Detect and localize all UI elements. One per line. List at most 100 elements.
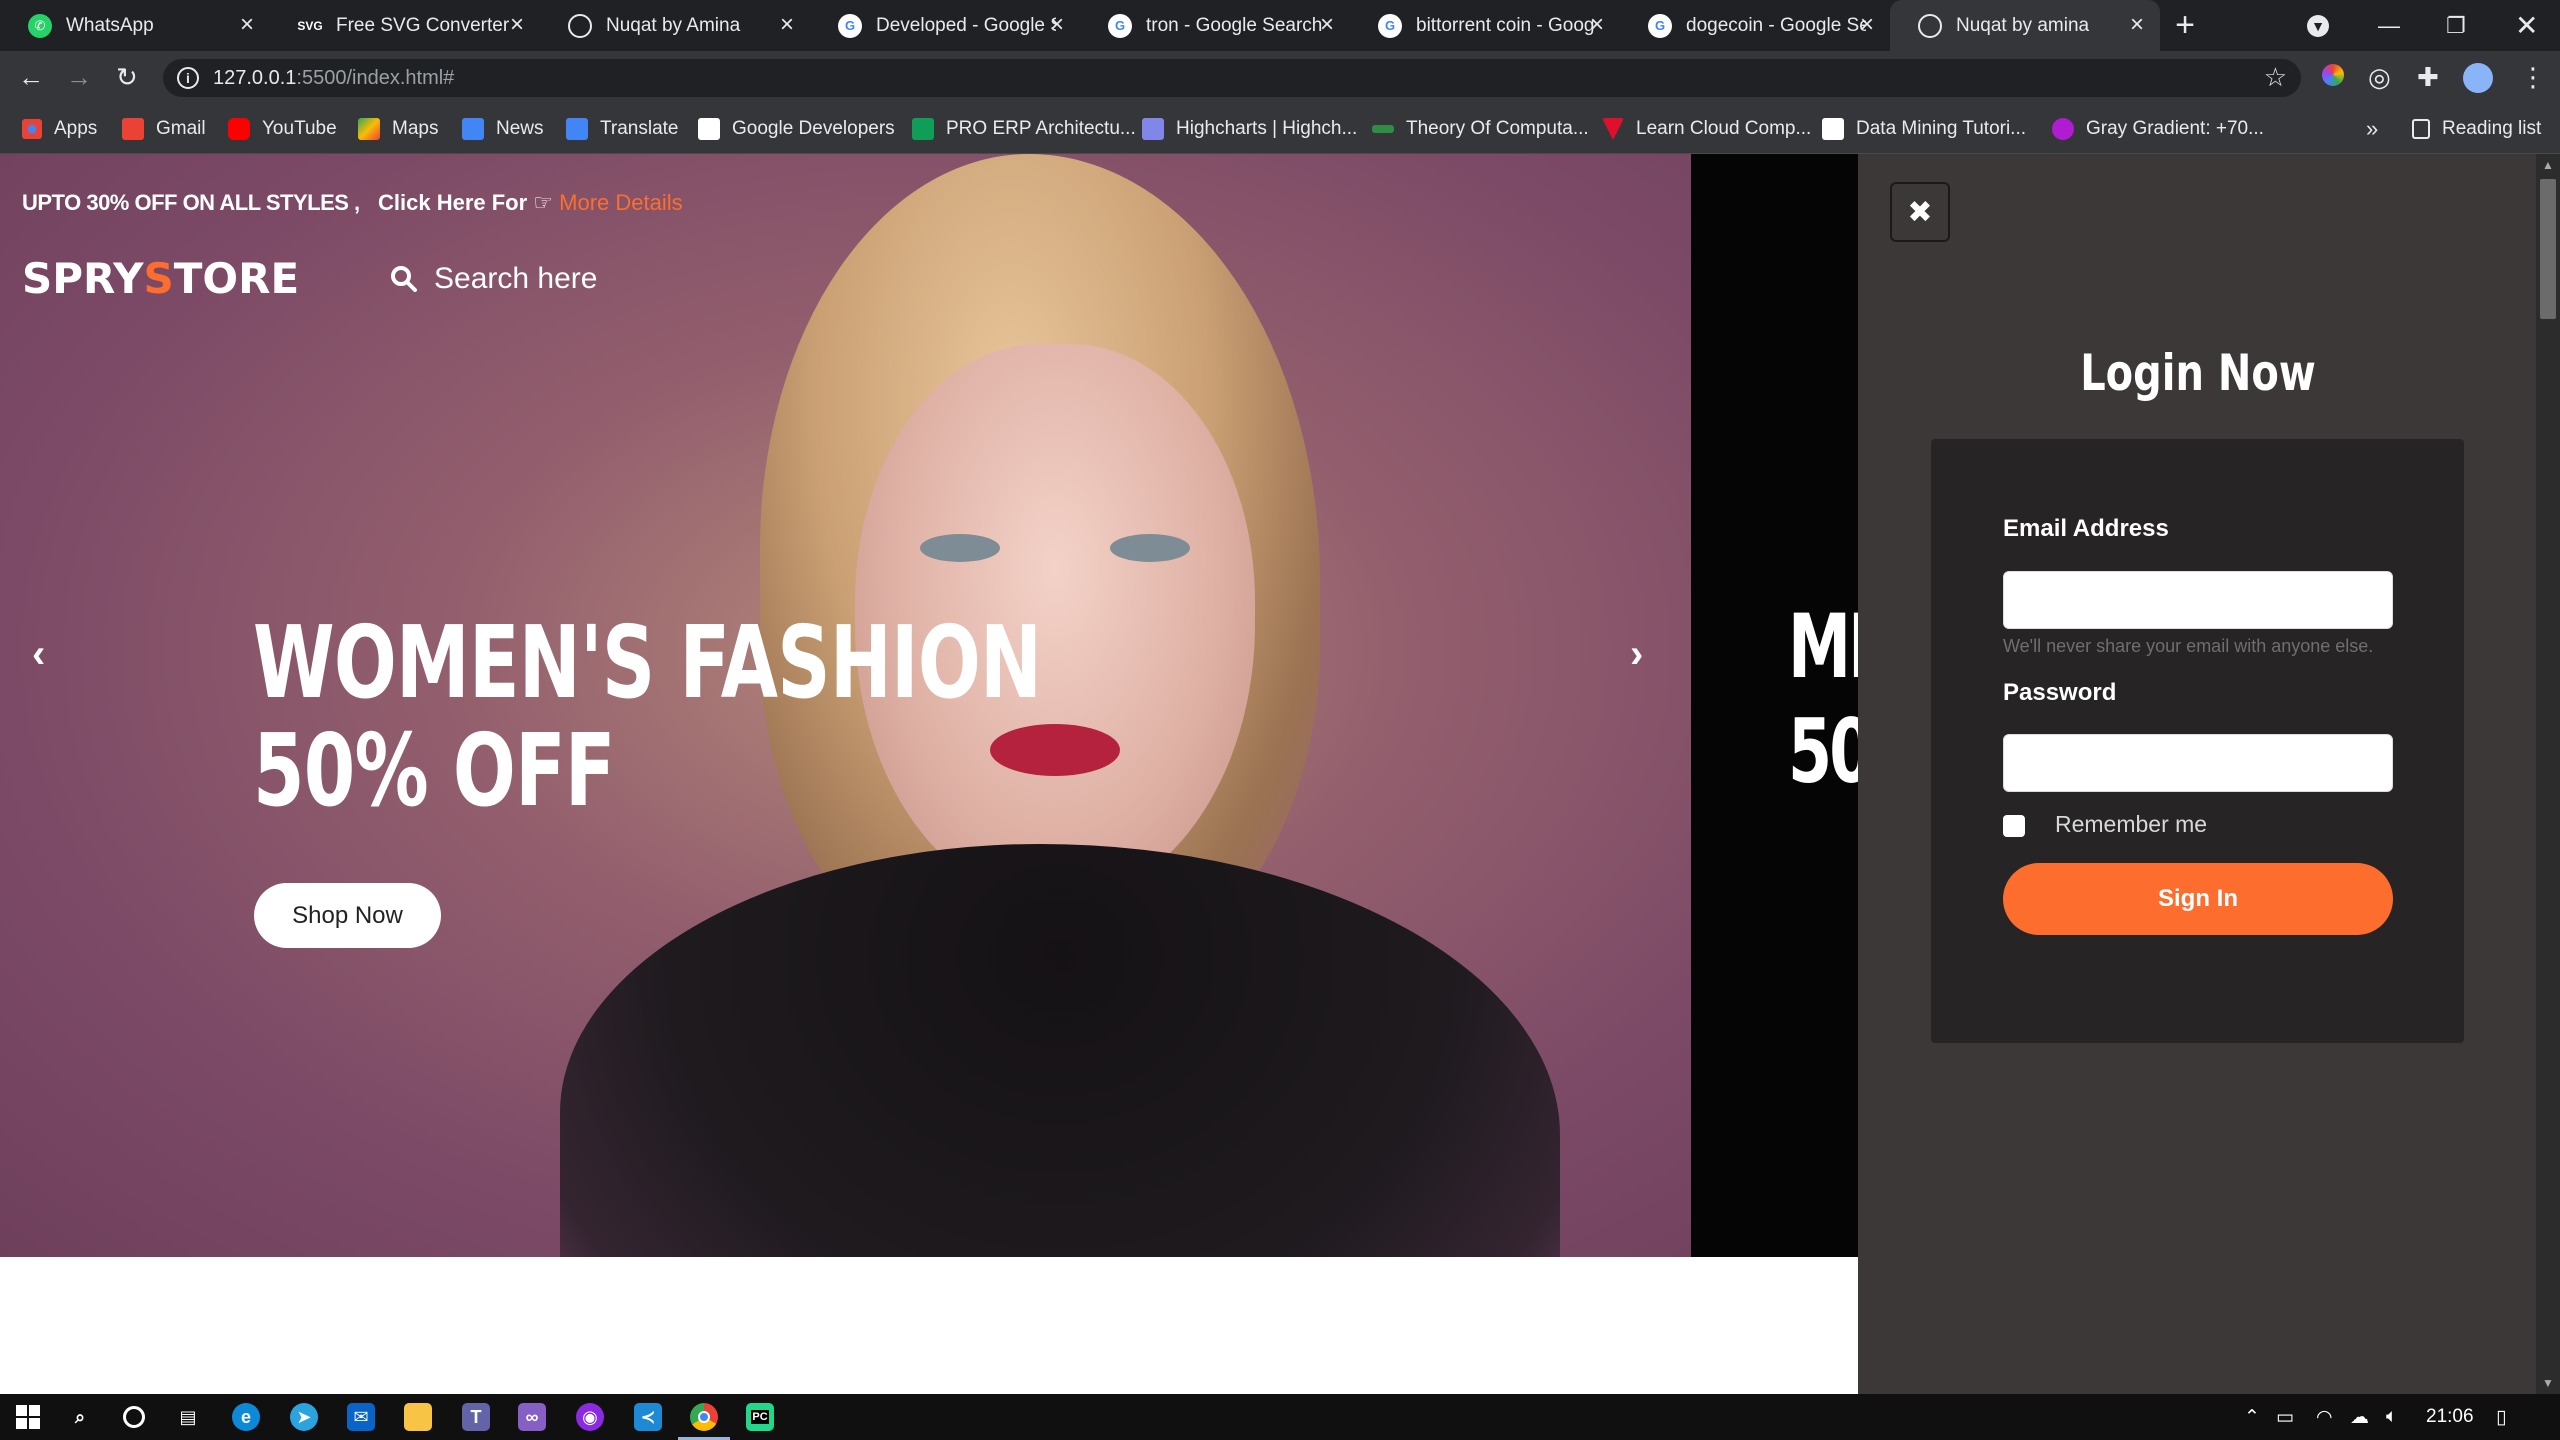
bookmarks-overflow-button[interactable]: »	[2366, 116, 2378, 142]
battery-icon[interactable]: ▭	[2276, 1406, 2294, 1429]
sign-in-button[interactable]: Sign In	[2003, 863, 2393, 935]
bookmark-star-icon[interactable]: ☆	[2264, 62, 2287, 93]
translate-icon	[566, 118, 588, 140]
scrollbar-thumb[interactable]	[2540, 179, 2556, 319]
extension-badge-icon[interactable]: ◎	[2368, 63, 2391, 91]
email-help-text: We'll never share your email with anyone…	[2003, 636, 2374, 656]
scroll-down-arrow[interactable]: ▼	[2542, 1376, 2554, 1390]
info-icon[interactable]: i	[177, 67, 199, 89]
bookmark-pro-erp[interactable]: PRO ERP Architectu...	[912, 116, 1136, 142]
wifi-icon[interactable]: ◠	[2316, 1406, 2333, 1429]
cortana-icon[interactable]	[120, 1403, 148, 1431]
bookmark-translate[interactable]: Translate	[566, 116, 679, 142]
tab-google-dogecoin[interactable]: G dogecoin - Google Se ×	[1620, 0, 1890, 51]
more-details-link[interactable]: More Details	[559, 190, 682, 215]
tab-google-developed[interactable]: G Developed - Google S ×	[810, 0, 1080, 51]
close-icon[interactable]: ×	[1860, 13, 1874, 37]
close-icon[interactable]: ×	[2130, 13, 2144, 37]
remember-me-checkbox[interactable]	[2003, 815, 2025, 837]
reload-icon[interactable]: ↻	[116, 63, 138, 91]
bookmark-theory-computation[interactable]: Theory Of Computa...	[1372, 116, 1589, 142]
google-developers-icon	[698, 118, 720, 140]
password-field[interactable]	[2003, 734, 2393, 792]
tray-chevron-icon[interactable]: ⌃	[2244, 1406, 2260, 1429]
remember-me-label[interactable]: Remember me	[2055, 811, 2207, 838]
clock-time[interactable]: 21:06	[2426, 1406, 2474, 1428]
page-scrollbar[interactable]: ▲ ▼	[2536, 154, 2560, 1394]
search-box[interactable]: Search here	[390, 262, 597, 296]
visual-studio-icon[interactable]: ∞	[518, 1403, 546, 1431]
tab-google-bittorrent[interactable]: G bittorrent coin - Goog ×	[1350, 0, 1620, 51]
bookmark-apps[interactable]: Apps	[22, 116, 97, 142]
windows-start-icon[interactable]	[14, 1403, 42, 1431]
bookmark-maps[interactable]: Maps	[358, 116, 438, 142]
globe-icon	[1918, 13, 1942, 38]
hero-slide: UPTO 30% OFF ON ALL STYLES , Click Here …	[0, 154, 1691, 1257]
menu-kebab-icon[interactable]: ⋮	[2520, 63, 2546, 91]
bookmark-news[interactable]: News	[462, 116, 544, 142]
new-tab-button[interactable]: +	[2160, 0, 2210, 51]
back-arrow-icon[interactable]: ←	[18, 63, 44, 91]
close-icon[interactable]: ×	[1320, 13, 1334, 37]
tab-nuqat-1[interactable]: Nuqat by Amina ×	[540, 0, 810, 51]
close-icon[interactable]: ×	[1590, 13, 1604, 37]
onedrive-icon[interactable]: ☁	[2350, 1406, 2369, 1429]
vscode-icon[interactable]: ≺	[634, 1403, 662, 1431]
task-view-icon[interactable]: ▤	[174, 1403, 202, 1431]
search-icon[interactable]: ⌕	[66, 1403, 94, 1431]
bookmarks-bar: Apps Gmail YouTube Maps News Translate G…	[0, 104, 2560, 154]
bookmark-highcharts[interactable]: Highcharts | Highch...	[1142, 116, 1357, 142]
url-text[interactable]: 127.0.0.1:5500/index.html#	[213, 67, 454, 90]
bookmark-google-developers[interactable]: Google Developers	[698, 116, 895, 142]
promo-banner: UPTO 30% OFF ON ALL STYLES , Click Here …	[22, 190, 683, 215]
file-explorer-icon[interactable]	[404, 1403, 432, 1431]
volume-icon[interactable]: 🔈︎	[2386, 1406, 2397, 1428]
close-icon[interactable]: ×	[1050, 13, 1064, 37]
close-login-button[interactable]: ✖	[1890, 182, 1950, 242]
scroll-up-arrow[interactable]: ▲	[2542, 158, 2554, 172]
close-icon[interactable]: ×	[510, 13, 524, 37]
bookmark-youtube[interactable]: YouTube	[228, 116, 337, 142]
minimize-button[interactable]: —	[2378, 0, 2400, 51]
address-bar[interactable]: i 127.0.0.1:5500/index.html# ☆	[163, 59, 2301, 97]
slider-next-arrow[interactable]: ›	[1630, 632, 1643, 677]
window-close-button[interactable]: ✕	[2515, 0, 2538, 51]
close-icon[interactable]: ×	[780, 13, 794, 37]
next-hero-slide: MI 50	[1691, 154, 1861, 1257]
search-icon	[391, 266, 417, 292]
tab-nuqat-active[interactable]: Nuqat by amina ×	[1890, 0, 2160, 51]
tab-strip: ✆ WhatsApp × SVG Free SVG Converter × Nu…	[0, 0, 2560, 51]
color-extension-icon[interactable]	[2322, 63, 2344, 91]
chrome-icon[interactable]	[678, 1403, 730, 1440]
bookmark-gray-gradient[interactable]: Gray Gradient: +70...	[2052, 116, 2264, 142]
email-label: Email Address	[2003, 515, 2169, 542]
puzzle-extensions-icon[interactable]: ✚	[2417, 63, 2439, 91]
teams-icon[interactable]: T	[462, 1403, 490, 1431]
forward-arrow-icon[interactable]: →	[66, 63, 92, 91]
tab-svg-converter[interactable]: SVG Free SVG Converter ×	[270, 0, 540, 51]
login-form: Email Address We'll never share your ema…	[1931, 439, 2464, 1043]
notifications-icon[interactable]: ▯	[2496, 1406, 2506, 1429]
tab-google-tron[interactable]: G tron - Google Search ×	[1080, 0, 1350, 51]
tab-whatsapp[interactable]: ✆ WhatsApp ×	[0, 0, 270, 51]
shop-now-button[interactable]: Shop Now	[254, 883, 441, 948]
mail-icon[interactable]: ✉	[347, 1403, 375, 1431]
bookmark-gmail[interactable]: Gmail	[122, 116, 206, 142]
email-field[interactable]	[2003, 571, 2393, 629]
profile-avatar[interactable]	[2463, 63, 2493, 98]
slider-prev-arrow[interactable]: ‹	[32, 632, 45, 677]
restore-button[interactable]: ❐	[2446, 0, 2466, 51]
google-icon: G	[1378, 13, 1402, 38]
edge-icon[interactable]: e	[232, 1403, 260, 1431]
pycharm-icon[interactable]: PC	[746, 1403, 774, 1431]
close-icon[interactable]: ×	[240, 13, 254, 37]
site-logo[interactable]: SPRYSTORE	[22, 254, 299, 303]
reading-list-button[interactable]: Reading list	[2412, 116, 2541, 142]
bookmark-data-mining[interactable]: Data Mining Tutori...	[1822, 116, 2026, 142]
tab-label: tron - Google Search	[1146, 14, 1323, 36]
telegram-icon[interactable]: ➤	[290, 1403, 318, 1431]
bookmark-cloud-computing[interactable]: Learn Cloud Comp...	[1602, 116, 1811, 142]
whatsapp-icon: ✆	[28, 13, 52, 38]
github-desktop-icon[interactable]: ◉	[576, 1403, 604, 1431]
tab-search-button[interactable]: ▼	[2307, 0, 2329, 51]
